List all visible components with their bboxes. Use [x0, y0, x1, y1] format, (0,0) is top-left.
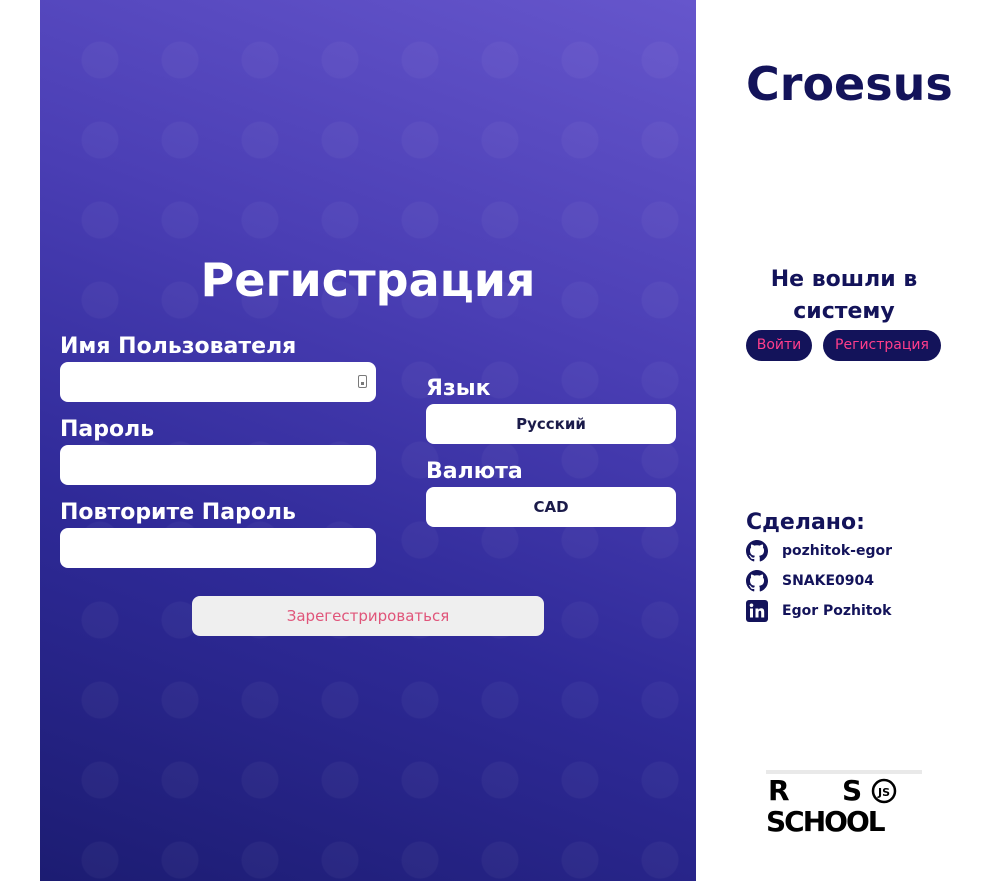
- made-by-heading: Сделано:: [746, 510, 865, 535]
- register-submit-button[interactable]: Зарегестрироваться: [192, 596, 544, 636]
- register-nav-button[interactable]: Регистрация: [823, 330, 941, 361]
- login-button[interactable]: Войти: [746, 330, 812, 361]
- currency-label: Валюта: [426, 459, 523, 484]
- credit-link-pozhitok-egor[interactable]: pozhitok-egor: [746, 539, 892, 563]
- github-icon: [746, 570, 768, 592]
- logo-letter-s: S: [842, 774, 862, 807]
- auth-status-text: Не вошли в систему: [770, 267, 918, 324]
- linkedin-icon: [746, 600, 768, 622]
- credit-name: SNAKE0904: [782, 573, 875, 589]
- credit-link-snake0904[interactable]: SNAKE0904: [746, 569, 874, 593]
- repeat-password-input[interactable]: [60, 528, 376, 568]
- page: Регистрация Имя Пользователя Пароль Повт…: [0, 0, 991, 881]
- logo-letter-r: R: [768, 774, 790, 807]
- logo-js-badge: JS: [877, 786, 890, 799]
- currency-select[interactable]: CAD: [426, 487, 676, 527]
- contact-card-icon: [358, 375, 367, 388]
- brand-title: Croesus: [746, 57, 953, 111]
- registration-title: Регистрация: [200, 253, 536, 307]
- github-icon: [746, 540, 768, 562]
- logo-school-text: SCHOOL: [766, 805, 886, 834]
- language-select[interactable]: Русский: [426, 404, 676, 444]
- rs-school-logo[interactable]: R S JS SCHOOL: [766, 770, 922, 834]
- username-input[interactable]: [60, 362, 376, 402]
- credit-name: pozhitok-egor: [782, 543, 893, 559]
- password-label: Пароль: [60, 417, 155, 442]
- password-input[interactable]: [60, 445, 376, 485]
- repeat-password-label: Повторите Пароль: [60, 500, 296, 525]
- username-label: Имя Пользователя: [60, 334, 297, 359]
- credit-name: Egor Pozhitok: [782, 603, 892, 619]
- credit-link-egor-pozhitok[interactable]: Egor Pozhitok: [746, 599, 891, 623]
- registration-panel: Регистрация Имя Пользователя Пароль Повт…: [40, 0, 696, 881]
- language-label: Язык: [426, 376, 491, 401]
